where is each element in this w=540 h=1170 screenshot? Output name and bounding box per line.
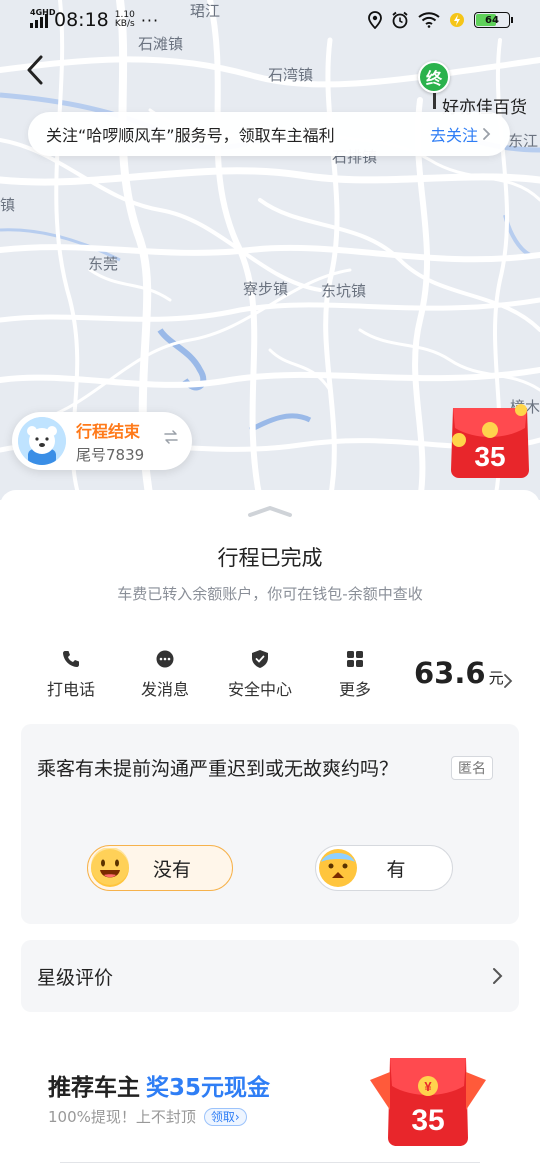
follow-link-label: 去关注 <box>429 126 478 145</box>
safety-center-button[interactable]: 安全中心 <box>215 648 305 700</box>
page-subtitle: 车费已转入余额账户，你可在钱包-余额中查收 <box>117 585 423 603</box>
map-label: 东坑镇 <box>321 282 367 300</box>
answer-yes-button[interactable]: 有 <box>315 845 453 891</box>
map-label: 镇 <box>0 196 16 214</box>
shield-icon <box>252 650 268 668</box>
chevron-right-icon <box>504 674 513 688</box>
chevron-left-icon <box>27 55 43 85</box>
map-label: 东莞 <box>88 255 119 273</box>
chevron-right-icon <box>493 968 503 984</box>
red-packet-amount: 35 <box>474 441 505 472</box>
network-type: 4GHD <box>30 8 56 17</box>
map-label: 寮步镇 <box>243 280 289 298</box>
yuan-symbol: ¥ <box>424 1079 432 1094</box>
red-packet-icon: ¥ 35 <box>370 1058 486 1146</box>
power-saving-icon <box>450 13 464 27</box>
follow-link[interactable]: 去关注 <box>430 122 492 146</box>
promo-subtitle: 100%提现！上不封顶 <box>48 1108 196 1126</box>
phone-icon <box>63 651 79 667</box>
call-button[interactable]: 打电话 <box>26 648 116 700</box>
follow-banner-text: 关注“哈啰顺风车”服务号，领取车主福利 <box>46 126 335 145</box>
grid-icon <box>347 651 363 667</box>
bottom-divider <box>60 1162 480 1170</box>
plate-tail: 尾号7839 <box>76 445 145 464</box>
claim-button[interactable]: 领取› <box>203 1107 247 1126</box>
message-icon <box>156 650 174 668</box>
answer-yes-label: 有 <box>386 858 406 881</box>
star-rating-row[interactable]: 星级评价 <box>21 940 519 1012</box>
page-title: 行程已完成 <box>217 546 323 570</box>
referral-promo-card[interactable]: 推荐车主 奖35元现金 100%提现！上不封顶 领取› ¥ 35 <box>0 1050 540 1170</box>
pin-stick <box>433 93 436 109</box>
red-packet-icon: 35 <box>451 404 529 478</box>
passenger-delay-question-card: 乘客有未提前沟通严重迟到或无故爽约吗？ 匿名 没有 有 <box>21 724 519 924</box>
promo-packet-amount: 35 <box>411 1104 444 1137</box>
answer-no-label: 没有 <box>152 858 191 881</box>
clock: 08:18 <box>54 9 109 31</box>
wifi-icon <box>418 12 440 28</box>
action-label: 更多 <box>338 680 371 699</box>
star-rating-label: 星级评价 <box>37 966 114 989</box>
claim-button-label: 领取 <box>210 1109 235 1124</box>
network-speed: 1.10 KB/s <box>115 11 135 29</box>
smile-emoji-icon <box>90 847 130 888</box>
question-text: 乘客有未提前沟通严重迟到或无故爽约吗？ <box>37 758 399 780</box>
fare-amount-link[interactable]: 63.6 元 <box>414 656 504 690</box>
back-button[interactable] <box>20 52 50 88</box>
chevron-right-icon <box>483 128 491 140</box>
location-icon <box>368 11 382 29</box>
bear-avatar-icon <box>18 417 66 465</box>
anonymous-badge: 匿名 <box>451 756 493 780</box>
map-label: 石湾镇 <box>268 66 314 84</box>
message-button[interactable]: 发消息 <box>120 648 210 700</box>
action-label: 发消息 <box>140 680 189 699</box>
battery-level: 64 <box>485 14 499 26</box>
switch-icon <box>164 430 178 444</box>
trip-status-chip[interactable]: 行程结束 尾号7839 <box>12 412 192 470</box>
promo-title: 推荐车主 奖35元现金 <box>48 1068 270 1102</box>
shocked-emoji-icon <box>318 848 358 888</box>
more-notifications: ··· <box>140 10 160 30</box>
more-button[interactable]: 更多 <box>310 648 400 700</box>
avatar <box>18 417 66 465</box>
map-view[interactable]: 珺江 石滩镇 石湾镇 石排镇 东江 镇 东莞 寮步镇 东坑镇 樟木 4GHD 0… <box>0 0 540 500</box>
alarm-icon <box>392 11 408 29</box>
action-label: 打电话 <box>46 680 95 699</box>
trip-status-title: 行程结束 <box>76 421 141 441</box>
signal-icon: 4GHD <box>30 8 55 28</box>
map-label: 东江 <box>508 132 539 150</box>
promo-title-text: 推荐车主 <box>48 1075 140 1101</box>
trip-summary-sheet: 行程已完成 车费已转入余额账户，你可在钱包-余额中查收 打电话 发消息 安全中心… <box>0 490 540 1170</box>
follow-banner[interactable]: 关注“哈啰顺风车”服务号，领取车主福利 去关注 <box>28 112 510 156</box>
end-pin: 终 <box>418 61 450 93</box>
red-packet-button[interactable]: 35 <box>445 400 535 480</box>
status-bar: 4GHD 08:18 1.10 KB/s ··· 64 <box>0 0 540 40</box>
shocked-face-icon <box>319 849 357 887</box>
promo-subtitle-row: 100%提现！上不封顶 领取› <box>48 1106 247 1127</box>
action-label: 安全中心 <box>227 680 292 699</box>
promo-red-packet: ¥ 35 <box>368 1050 488 1150</box>
smile-face-icon <box>91 847 129 887</box>
drag-handle-icon[interactable] <box>246 504 294 518</box>
speed-unit: KB/s <box>114 19 135 29</box>
fare-amount: 63.6 <box>414 656 486 690</box>
answer-no-button[interactable]: 没有 <box>87 845 233 891</box>
battery-icon: 64 <box>474 12 513 28</box>
promo-highlight: 奖35元现金 <box>146 1075 271 1101</box>
